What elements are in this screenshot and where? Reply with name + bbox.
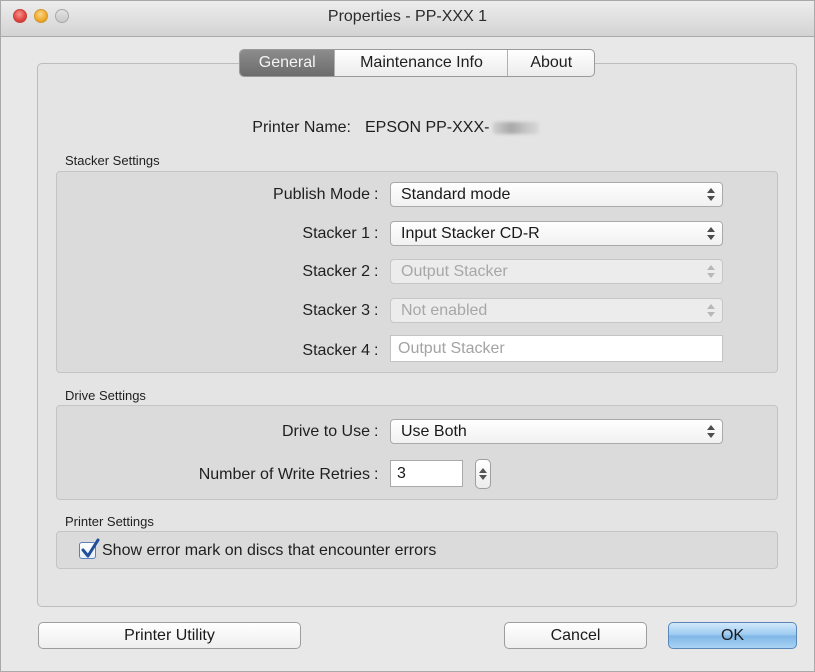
cancel-button[interactable]: Cancel [504,622,647,649]
stacker4-label: Stacker 4 [302,342,370,359]
drive-to-use-colon: : [374,423,379,440]
printer-name-value: EPSON PP-XXX- [365,119,540,137]
stacker2-label: Stacker 2 [302,263,370,280]
tab-about[interactable]: About [508,50,594,76]
redacted-serial [493,121,540,134]
write-retries-field[interactable]: 3 [390,460,463,487]
window-title: Properties - PP-XXX 1 [327,8,488,25]
publish-mode-value: Standard mode [401,186,511,203]
checkmark-icon [81,538,100,558]
printer-utility-button[interactable]: Printer Utility [38,622,301,649]
stacker4-field: Output Stacker [390,335,723,362]
stacker3-select: Not enabled [390,298,723,323]
error-mark-checkbox[interactable] [79,538,100,559]
stacker2-value: Output Stacker [401,263,508,280]
stacker1-select[interactable]: Input Stacker CD-R [390,221,723,246]
printer-settings-title: Printer Settings [65,514,154,529]
stacker1-label: Stacker 1 [302,225,370,242]
write-retries-label: Number of Write Retries [198,466,370,483]
drive-to-use-value: Use Both [401,423,467,440]
printer-name-text: EPSON PP-XXX- [365,119,490,136]
stacker2-select: Output Stacker [390,259,723,284]
select-arrows-icon [707,226,715,241]
write-retries-stepper[interactable] [475,459,491,489]
drive-to-use-label: Drive to Use [281,423,370,440]
stacker1-colon: : [374,225,379,242]
stacker1-value: Input Stacker CD-R [401,225,540,242]
stacker2-colon: : [374,263,379,280]
stacker4-colon: : [374,342,379,359]
select-arrows-icon [707,424,715,439]
stacker3-colon: : [374,302,379,319]
select-arrows-icon [707,187,715,202]
printer-name-label: Printer Name: [252,119,351,136]
publish-mode-label: Publish Mode [273,186,370,203]
tab-general[interactable]: General [240,50,336,76]
select-arrows-icon [707,264,715,279]
drive-settings-title: Drive Settings [65,388,146,403]
title-bar[interactable]: Properties - PP-XXX 1 [1,1,814,37]
drive-to-use-select[interactable]: Use Both [390,419,723,444]
stacker-settings-title: Stacker Settings [65,153,160,168]
properties-window: Properties - PP-XXX 1 General Maintenanc… [0,0,815,672]
select-arrows-icon [707,303,715,318]
error-mark-label[interactable]: Show error mark on discs that encounter … [102,542,436,560]
publish-mode-select[interactable]: Standard mode [390,182,723,207]
tab-bar: General Maintenance Info About [239,49,595,77]
publish-mode-colon: : [374,186,379,203]
stacker3-value: Not enabled [401,302,488,319]
tab-maintenance-info[interactable]: Maintenance Info [335,50,509,76]
write-retries-colon: : [374,466,379,483]
stacker3-label: Stacker 3 [302,302,370,319]
ok-button[interactable]: OK [668,622,797,649]
